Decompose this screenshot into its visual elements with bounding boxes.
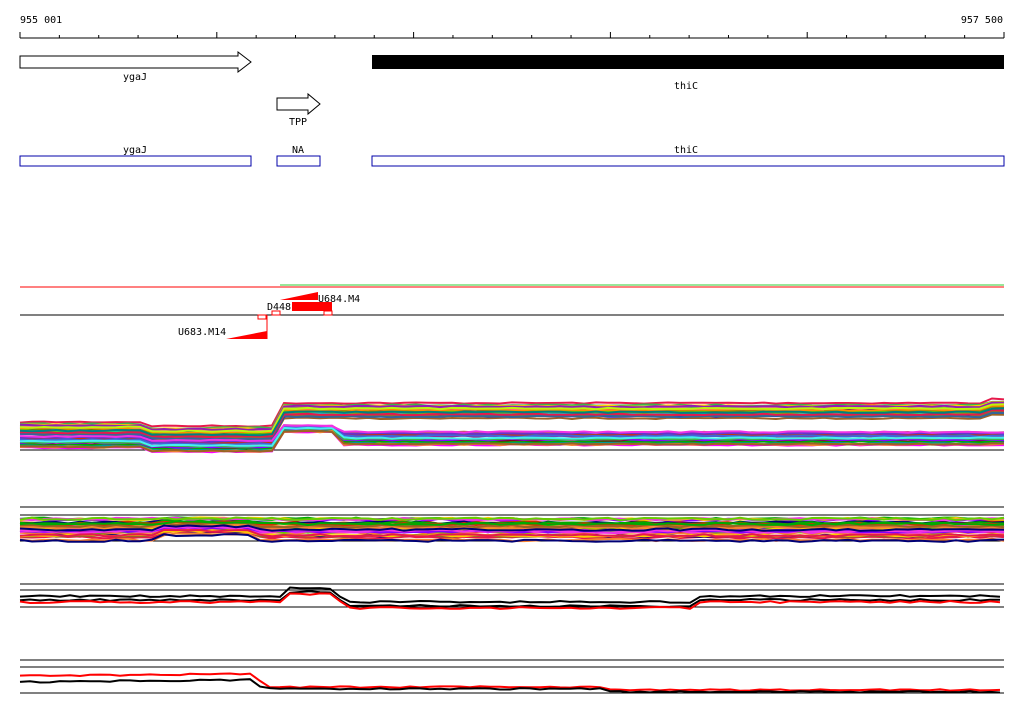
region-label-thiC: thiC bbox=[674, 145, 698, 156]
expression-series-line bbox=[19, 672, 1001, 692]
probe-track: U684.M4 D448 U683.M14 bbox=[20, 284, 1004, 339]
gene-arrow-ygaJ[interactable] bbox=[19, 50, 252, 74]
region-label-NA: NA bbox=[292, 145, 304, 156]
gene-label-TPP: TPP bbox=[289, 117, 307, 128]
coordinate-ruler: 955 001 957 500 bbox=[19, 15, 1005, 39]
probe-marker-D448-left bbox=[257, 314, 267, 320]
region-label-ygaJ: ygaJ bbox=[123, 145, 147, 156]
region-box-thiC[interactable] bbox=[371, 155, 1005, 167]
ruler-start-label: 955 001 bbox=[20, 15, 62, 26]
gene-arrow-TPP[interactable] bbox=[276, 92, 321, 116]
genome-browser-canvas: 955 001 957 500 ygaJ thiC TPP ygaJ NA th… bbox=[19, 15, 1005, 694]
probe-marker-U684M4-tick bbox=[323, 310, 333, 316]
ruler-ticks bbox=[19, 32, 1005, 38]
region-box-ygaJ[interactable] bbox=[19, 155, 252, 167]
gene-label-ygaJ: ygaJ bbox=[123, 72, 147, 83]
expression-track-4 bbox=[19, 659, 1004, 694]
probe-label-U683M14: U683.M14 bbox=[178, 327, 226, 338]
expression-track-2 bbox=[19, 506, 1005, 543]
gene-bar-thiC[interactable] bbox=[372, 55, 1004, 69]
gene-track: ygaJ thiC TPP bbox=[19, 50, 1004, 128]
expression-series-line bbox=[19, 590, 1000, 608]
probe-marker-U684M4-wedge[interactable] bbox=[280, 292, 318, 300]
region-box-NA[interactable] bbox=[276, 155, 321, 167]
ruler-end-label: 957 500 bbox=[961, 15, 1003, 26]
probe-marker-U683M14[interactable] bbox=[226, 331, 267, 339]
gene-label-thiC: thiC bbox=[674, 81, 698, 92]
expression-track-3 bbox=[19, 583, 1004, 610]
expression-track-1 bbox=[19, 397, 1005, 454]
region-track: ygaJ NA thiC bbox=[19, 145, 1005, 167]
probe-label-U684M4: U684.M4 bbox=[318, 294, 360, 305]
